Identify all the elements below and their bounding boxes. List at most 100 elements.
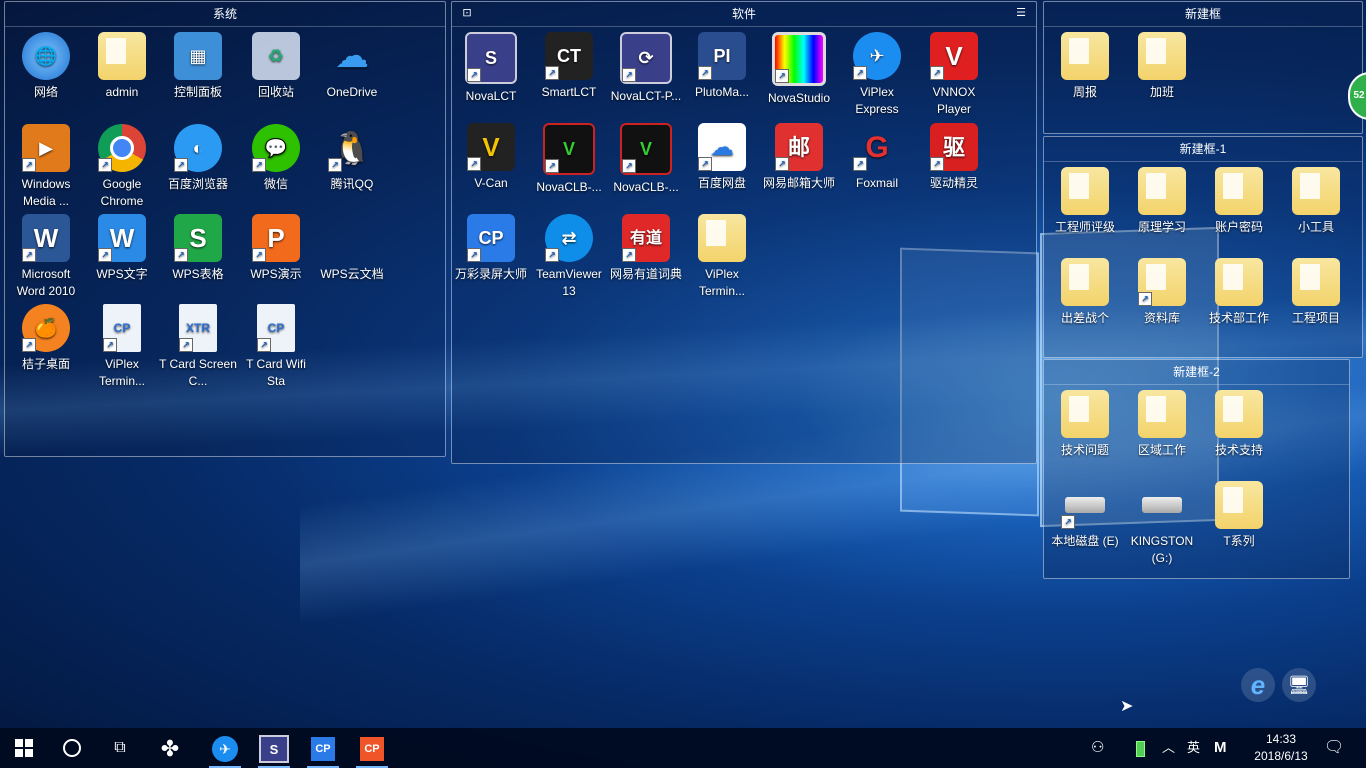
viplex-express-icon: ✈ (212, 736, 238, 762)
desktop-icon-novaclb-2[interactable]: V ↗ NovaCLB-... (607, 123, 685, 196)
desktop-icon-business-trip[interactable]: 出差战个 (1046, 258, 1124, 327)
menu-icon[interactable]: ☰ (1014, 6, 1028, 20)
fence-title: 新建框-1 (1044, 137, 1362, 162)
vnnox-player-icon: V ↗ (930, 32, 978, 80)
user-folder-icon (98, 32, 146, 80)
desktop-icon-novalct[interactable]: S ↗ NovaLCT (452, 32, 530, 105)
desktop-icon-tech-issues[interactable]: 技术问题 (1046, 390, 1124, 459)
taskbar-app-screen-recorder[interactable]: CP (303, 732, 343, 768)
pinwheel-icon: ✤ (160, 736, 180, 761)
fence-title: 新建框-2 (1044, 360, 1349, 385)
desktop-icon-smartlct[interactable]: CT ↗ SmartLCT (530, 32, 608, 101)
desktop-icon-wps-cloud[interactable]: WPS云文档 (313, 214, 391, 283)
ime-mode-indicator[interactable]: M (1214, 728, 1227, 768)
desktop-icon-tech-dept-work[interactable]: 技术部工作 (1200, 258, 1278, 327)
desktop-icon-baidu-browser[interactable]: ◐ ↗ 百度浏览器 (159, 124, 237, 193)
document-icon: CP ↗ (103, 304, 141, 352)
desktop-icon-wps-slides[interactable]: P ↗ WPS演示 (237, 214, 315, 283)
desktop-icon-plutoma[interactable]: PI ↗ PlutoMa... (683, 32, 761, 101)
folder-icon (1138, 167, 1186, 215)
wps-sheets-icon: S ↗ (174, 214, 222, 262)
desktop-icon-driver-genius[interactable]: 驱 ↗ 驱动精灵 (915, 123, 993, 192)
folder-icon (1215, 167, 1263, 215)
task-view-button[interactable]: ⧉ (96, 728, 144, 768)
desktop-icon-viplex-terminal-2[interactable]: ViPlex Termin... (683, 214, 761, 300)
desktop-icon-overtime[interactable]: 加班 (1123, 32, 1201, 101)
desktop-icon-onedrive[interactable]: ☁ OneDrive (313, 32, 391, 101)
onedrive-cloud-icon: ☁ (335, 36, 369, 75)
desktop-icon-viplex-express[interactable]: ✈ ↗ ViPlex Express (838, 32, 916, 118)
desktop-icon-wps-sheets[interactable]: S ↗ WPS表格 (159, 214, 237, 283)
desktop-icon-novaclb-1[interactable]: V ↗ NovaCLB-... (530, 123, 608, 196)
document-icon: CP ↗ (257, 304, 295, 352)
desktop-icon-tcard-screen[interactable]: XTR ↗ T Card Screen C... (159, 304, 237, 390)
chrome-icon: ↗ (98, 124, 146, 172)
clock-time: 14:33 (1265, 732, 1297, 746)
desktop-icon-wps-writer[interactable]: W ↗ WPS文字 (83, 214, 161, 283)
driver-genius-icon: 驱 ↗ (930, 123, 978, 171)
desktop-icon-principle-study[interactable]: 原理学习 (1123, 167, 1201, 236)
desktop-icon-wechat[interactable]: 💬 ↗ 微信 (237, 124, 315, 193)
desktop-icon-account-password[interactable]: 账户密码 (1200, 167, 1278, 236)
lock-icon[interactable]: ⊡ (460, 6, 474, 20)
desktop-icon-teamviewer[interactable]: ⇄ ↗ TeamViewer 13 (530, 214, 608, 300)
desktop-icon-chrome[interactable]: ↗ Google Chrome (83, 124, 161, 210)
desktop-icon-qq[interactable]: 🐧 ↗ 腾讯QQ (313, 124, 391, 193)
youdao-dict-icon: 有道 ↗ (622, 214, 670, 262)
desktop-icon-vnnox-player[interactable]: V ↗ VNNOX Player (915, 32, 993, 118)
fence-new-2[interactable]: 新建框-2 技术问题 区域工作 技术支持 ↗ 本地磁盘 (E) KINGSTON… (1043, 359, 1350, 579)
desktop-icon-netease-mail[interactable]: 邮 ↗ 网易邮箱大师 (760, 123, 838, 192)
desktop-icon-windows-media[interactable]: ▶ ↗ Windows Media ... (7, 124, 85, 210)
fence-new-1[interactable]: 新建框-1 工程师评级 原理学习 账户密码 小工具 出差战个 ↗ 资料库 技术部… (1043, 136, 1363, 358)
baidu-browser-icon: ◐ ↗ (174, 124, 222, 172)
taskbar-app-novalct[interactable]: S (254, 732, 294, 768)
start-button[interactable] (0, 728, 48, 768)
search-cortana-button[interactable] (48, 728, 96, 768)
desktop-icon-admin[interactable]: admin (83, 32, 161, 101)
desktop-icon-tech-support[interactable]: 技术支持 (1200, 390, 1278, 459)
desktop-icon-regional-work[interactable]: 区域工作 (1123, 390, 1201, 459)
desktop-icon-engineering-projects[interactable]: 工程项目 (1277, 258, 1355, 327)
desktop-icon-control-panel[interactable]: ▦ 控制面板 (159, 32, 237, 101)
desktop-icon-youdao-dict[interactable]: 有道 ↗ 网易有道词典 (607, 214, 685, 283)
desktop-icon-foxmail[interactable]: G ↗ Foxmail (838, 123, 916, 192)
desktop-icon-network[interactable]: 🌐 网络 (7, 32, 85, 101)
desktop-icon-engineer-rating[interactable]: 工程师评级 (1046, 167, 1124, 236)
wps-writer-icon: W ↗ (98, 214, 146, 262)
desktop-icon-tcard-wifi[interactable]: CP ↗ T Card Wifi Sta (237, 304, 315, 390)
desktop-icon-resource-library[interactable]: ↗ 资料库 (1123, 258, 1201, 327)
desktop-icon-recycle-bin[interactable]: ♻ 回收站 (237, 32, 315, 101)
desktop-icon-kingston-g[interactable]: KINGSTON (G:) (1123, 481, 1201, 567)
chevron-up-icon[interactable]: ︿ (1162, 728, 1175, 768)
desktop-icon-t-series[interactable]: T系列 (1200, 481, 1278, 550)
taskbar-clock[interactable]: 14:33 2018/6/13 (1246, 731, 1316, 765)
taskbar-app-orange-desktop[interactable]: ✤ (150, 732, 190, 766)
desktop-icon-word[interactable]: W ↗ Microsoft Word 2010 (7, 214, 85, 300)
desktop-icon-screen-recorder[interactable]: CP ↗ 万彩录屏大师 (452, 214, 530, 283)
taskbar-app-viplex-terminal[interactable]: CP (352, 732, 392, 768)
fence-system[interactable]: 系统 🌐 网络 admin ▦ 控制面板 ♻ 回收站 ☁ OneDrive ▶ ↗… (4, 1, 446, 457)
wps-slides-icon: P ↗ (252, 214, 300, 262)
battery-icon[interactable] (1136, 728, 1145, 768)
ie-browser-icon[interactable]: e (1241, 668, 1275, 702)
novastudio-icon: ↗ (772, 32, 826, 86)
folder-icon (1292, 258, 1340, 306)
action-center-icon[interactable]: 🗨 (1324, 728, 1344, 768)
fence-software[interactable]: ⊡ 软件 ☰ S ↗ NovaLCT CT ↗ SmartLCT ⟳ ↗ NovaLC… (451, 1, 1037, 464)
people-icon[interactable]: ⚇ (1091, 728, 1104, 768)
desktop-icon-viplex-terminal[interactable]: CP ↗ ViPlex Termin... (83, 304, 161, 390)
desktop-icon-orange-desktop[interactable]: 🍊 ↗ 桔子桌面 (7, 304, 85, 373)
desktop-display-icon[interactable]: 🖥 (1282, 668, 1316, 702)
desktop-icon-v-can[interactable]: V ↗ V-Can (452, 123, 530, 192)
desktop-icon-small-tools[interactable]: 小工具 (1277, 167, 1355, 236)
desktop-icon-novalct-p[interactable]: ⟳ ↗ NovaLCT-P... (607, 32, 685, 105)
fence-new[interactable]: 新建框 周报 加班 (1043, 1, 1363, 134)
teamviewer-icon: ⇄ ↗ (545, 214, 593, 262)
desktop-icon-baidu-netdisk[interactable]: ☁ ↗ 百度网盘 (683, 123, 761, 192)
taskbar-app-viplex-express[interactable]: ✈ (205, 732, 245, 768)
desktop-icon-local-disk-e[interactable]: ↗ 本地磁盘 (E) (1046, 481, 1124, 550)
desktop-icon-weekly-report[interactable]: 周报 (1046, 32, 1124, 101)
input-language-indicator[interactable]: 英 (1187, 728, 1200, 768)
desktop-icon-novastudio[interactable]: ↗ NovaStudio (760, 32, 838, 107)
screen-recorder-icon: CP (311, 737, 335, 761)
